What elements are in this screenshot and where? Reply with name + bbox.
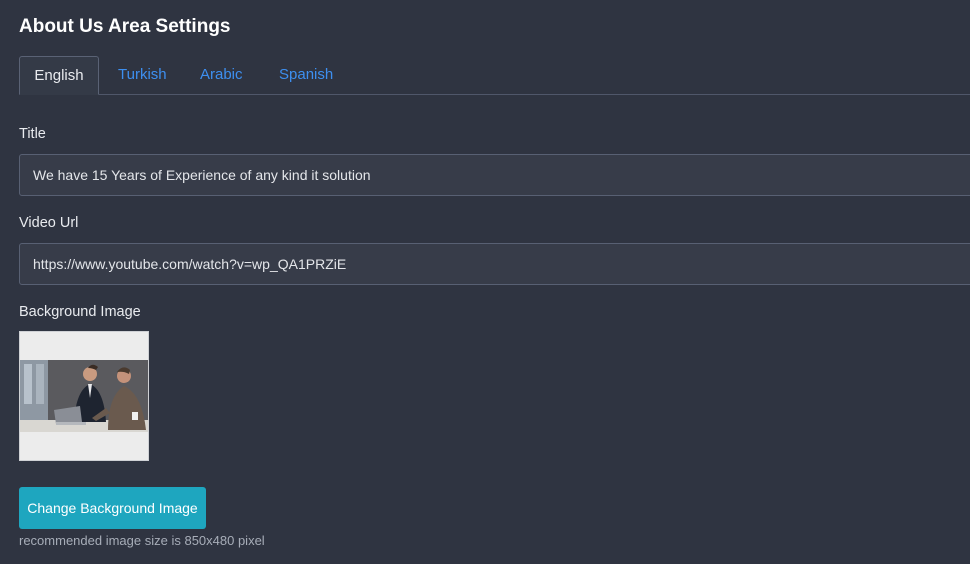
change-background-image-button[interactable]: Change Background Image: [19, 487, 206, 529]
title-label: Title: [19, 126, 46, 142]
language-tabs: English Turkish Arabic Spanish: [19, 56, 970, 95]
tab-spanish[interactable]: Spanish: [279, 56, 333, 94]
tab-arabic[interactable]: Arabic: [200, 56, 243, 94]
background-image-preview: [19, 331, 149, 461]
video-url-label: Video Url: [19, 215, 79, 231]
video-url-input[interactable]: https://www.youtube.com/watch?v=wp_QA1PR…: [19, 243, 970, 285]
title-input[interactable]: We have 15 Years of Experience of any ki…: [19, 154, 970, 196]
tab-turkish[interactable]: Turkish: [118, 56, 167, 94]
background-image-label: Background Image: [19, 304, 141, 320]
image-size-hint: recommended image size is 850x480 pixel: [19, 533, 265, 548]
tab-english[interactable]: English: [19, 56, 99, 95]
page-title: About Us Area Settings: [19, 16, 231, 37]
office-photo-image: [20, 332, 148, 460]
